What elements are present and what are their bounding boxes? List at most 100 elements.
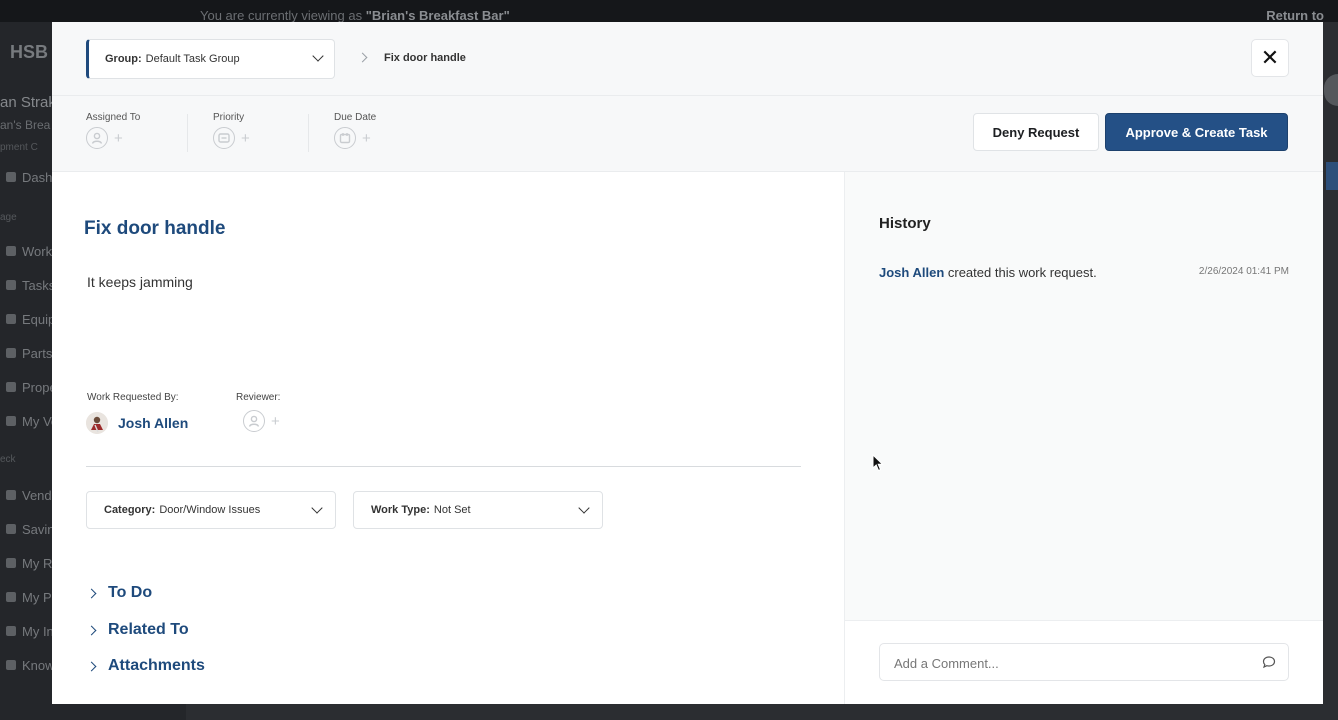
category-label: Category: <box>104 504 156 516</box>
section-label: Attachments <box>108 657 205 674</box>
reviewer-label: Reviewer: <box>236 392 281 403</box>
nav-icon <box>6 660 16 670</box>
chevron-right-icon <box>357 52 368 63</box>
banner-text: You are currently viewing as "Brian's Br… <box>200 8 510 23</box>
plus-icon[interactable]: + <box>271 414 280 429</box>
nav-icon <box>6 626 16 636</box>
chevron-right-icon <box>86 661 97 671</box>
meta-bar: Assigned To + Priority + Due Date + Deny… <box>52 96 1323 172</box>
nav-icon <box>6 246 16 256</box>
section-label: To Do <box>108 584 153 601</box>
close-button[interactable]: ✕ <box>1251 39 1289 77</box>
work-type-value: Not Set <box>433 504 471 516</box>
due-date-label: Due Date <box>334 112 377 123</box>
history-title: History <box>879 215 931 232</box>
requested-by-label: Work Requested By: <box>87 392 179 403</box>
breadcrumb-current: Fix door handle <box>384 52 466 64</box>
nav-item-properties[interactable]: Prope <box>6 380 57 395</box>
assigned-to-field[interactable]: Assigned To + <box>86 112 140 149</box>
history-actor[interactable]: Josh Allen <box>879 265 944 280</box>
impersonation-banner: You are currently viewing as "Brian's Br… <box>0 0 1338 23</box>
approve-create-task-button[interactable]: Approve & Create Task <box>1105 113 1288 151</box>
divider <box>86 466 801 467</box>
group-select[interactable]: Group: Default Task Group <box>86 39 335 79</box>
chevron-down-icon <box>311 502 323 514</box>
return-link[interactable]: Return to <box>1266 8 1324 23</box>
comment-input[interactable]: Add a Comment... <box>879 643 1289 681</box>
assigned-to-label: Assigned To <box>86 112 141 123</box>
request-title[interactable]: Fix door handle <box>84 218 225 240</box>
category-value: Door/Window Issues <box>159 504 261 516</box>
requested-by-name[interactable]: Josh Allen <box>118 415 188 431</box>
nav-icon <box>6 348 16 358</box>
nav-icon <box>6 524 16 534</box>
request-details-pane: Fix door handle It keeps jamming Work Re… <box>52 172 844 704</box>
nav-item-vendors[interactable]: Vendo <box>6 488 59 503</box>
nav-item-savings[interactable]: Savin <box>6 522 55 537</box>
comment-area: Add a Comment... <box>845 620 1323 704</box>
section-attachments[interactable]: Attachments <box>86 657 205 675</box>
plus-icon[interactable]: + <box>362 131 371 146</box>
nav-icon <box>6 490 16 500</box>
background-button[interactable] <box>1326 162 1338 190</box>
nav-item-my-vendors[interactable]: My Ve <box>6 414 58 429</box>
user-icon[interactable] <box>86 127 108 149</box>
nav-item-tasks[interactable]: Tasks <box>6 278 55 293</box>
deny-request-button[interactable]: Deny Request <box>973 113 1099 151</box>
nav-item-my-in[interactable]: My In <box>6 624 54 639</box>
work-type-select[interactable]: Work Type: Not Set <box>353 491 603 529</box>
section-to-do[interactable]: To Do <box>86 584 153 602</box>
app-logo: HSB <box>10 42 49 62</box>
priority-label: Priority <box>213 112 245 123</box>
divider <box>308 114 309 152</box>
avatar <box>86 412 108 434</box>
work-request-modal: Group: Default Task Group Fix door handl… <box>52 22 1323 704</box>
modal-header: Group: Default Task Group Fix door handl… <box>52 22 1323 96</box>
nav-section-label: pment C <box>0 142 38 153</box>
chevron-down-icon <box>312 50 324 62</box>
user-icon[interactable] <box>243 410 265 432</box>
nav-section-label: age <box>0 212 17 223</box>
mouse-cursor-icon <box>872 453 884 477</box>
nav-icon <box>6 314 16 324</box>
nav-icon <box>6 172 16 182</box>
nav-icon <box>6 592 16 602</box>
history-entry: Josh Allen created this work request. <box>879 265 1097 280</box>
calendar-icon[interactable] <box>334 127 356 149</box>
nav-item-knowledge[interactable]: Know <box>6 658 55 673</box>
comment-icon[interactable] <box>1262 655 1276 674</box>
history-action: created this work request. <box>944 265 1097 280</box>
request-description[interactable]: It keeps jamming <box>87 274 193 290</box>
nav-item-work[interactable]: Work <box>6 244 52 259</box>
priority-field[interactable]: Priority + <box>213 112 250 149</box>
nav-icon <box>6 382 16 392</box>
plus-icon[interactable]: + <box>241 131 250 146</box>
divider <box>187 114 188 152</box>
history-pane: History Josh Allen created this work req… <box>844 172 1323 704</box>
work-type-label: Work Type: <box>371 504 430 516</box>
reviewer-field[interactable]: + <box>243 410 280 432</box>
chevron-right-icon <box>86 625 97 635</box>
due-date-field[interactable]: Due Date + <box>334 112 376 149</box>
section-label: Related To <box>108 621 189 638</box>
close-icon: ✕ <box>1260 45 1280 70</box>
group-select-value: Default Task Group <box>145 53 240 65</box>
comment-placeholder: Add a Comment... <box>894 656 999 671</box>
group-select-label: Group: <box>105 53 142 65</box>
chevron-right-icon <box>86 588 97 598</box>
priority-icon[interactable] <box>213 127 235 149</box>
user-name: an Strak <box>0 94 56 111</box>
nav-item-equipment[interactable]: Equip <box>6 312 55 327</box>
plus-icon[interactable]: + <box>114 131 123 146</box>
history-timestamp: 2/26/2024 01:41 PM <box>1198 266 1289 277</box>
chevron-down-icon <box>578 502 590 514</box>
section-related-to[interactable]: Related To <box>86 621 189 639</box>
nav-item-my-pr[interactable]: My Pr <box>6 590 56 605</box>
nav-item-parts[interactable]: Parts <box>6 346 52 361</box>
category-select[interactable]: Category: Door/Window Issues <box>86 491 336 529</box>
nav-icon <box>6 280 16 290</box>
nav-section-label: eck <box>0 454 16 465</box>
nav-icon <box>6 416 16 426</box>
nav-icon <box>6 558 16 568</box>
avatar[interactable] <box>1324 74 1338 106</box>
